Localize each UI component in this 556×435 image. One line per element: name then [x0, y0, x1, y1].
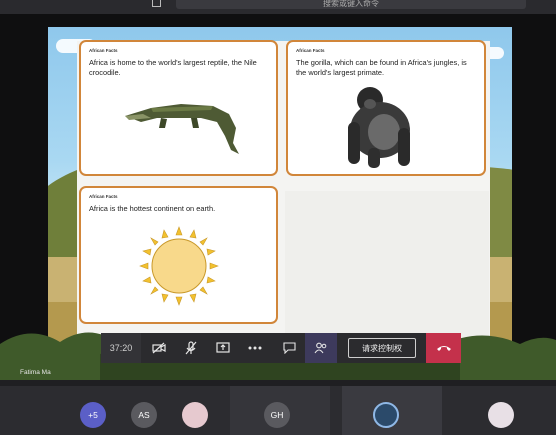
- chat-button[interactable]: [273, 333, 305, 363]
- hang-up-button[interactable]: [426, 333, 461, 363]
- presentation-slide: African Facts Africa is home to the worl…: [48, 27, 512, 360]
- fact-card-crocodile: African Facts Africa is home to the worl…: [79, 40, 278, 176]
- more-icon: [248, 346, 262, 350]
- compose-icon[interactable]: [152, 0, 161, 7]
- meeting-controls: 37:20 请求控制权: [101, 333, 461, 363]
- avatar[interactable]: GH: [264, 402, 290, 428]
- avatar-photo[interactable]: [373, 402, 399, 428]
- mute-button[interactable]: [175, 333, 207, 363]
- share-screen-button[interactable]: [207, 333, 239, 363]
- card-tag: African Facts: [296, 48, 325, 53]
- participants-button[interactable]: [305, 333, 337, 363]
- avatar-photo[interactable]: [182, 402, 208, 428]
- camera-off-button[interactable]: [143, 333, 175, 363]
- crocodile-illustration: [125, 104, 239, 154]
- phone-hangup-icon: [436, 346, 451, 351]
- fact-text: The gorilla, which can be found in Afric…: [296, 58, 467, 77]
- more-actions-button[interactable]: [239, 333, 271, 363]
- card-tag: African Facts: [89, 48, 118, 53]
- avatar[interactable]: AS: [131, 402, 157, 428]
- chat-icon: [282, 342, 296, 354]
- title-bar: 搜索或键入命令: [0, 0, 556, 14]
- shared-screen-area: African Facts Africa is home to the worl…: [0, 14, 556, 380]
- avatar-photo[interactable]: [488, 402, 514, 428]
- fact-card-gorilla: African Facts The gorilla, which can be …: [286, 40, 486, 176]
- people-icon: [314, 342, 327, 354]
- mic-off-icon: [185, 341, 197, 355]
- card-tag: African Facts: [89, 194, 118, 199]
- camera-off-icon: [152, 342, 166, 354]
- share-screen-icon: [216, 342, 230, 353]
- fact-card-sun: African Facts Africa is the hottest cont…: [79, 186, 278, 324]
- gorilla-illustration: [348, 87, 410, 168]
- fact-text: Africa is the hottest continent on earth…: [89, 204, 216, 213]
- request-control-button[interactable]: 请求控制权: [348, 338, 416, 358]
- search-input[interactable]: 搜索或键入命令: [176, 0, 526, 9]
- call-timer: 37:20: [101, 333, 141, 363]
- sun-illustration: [139, 226, 219, 306]
- fact-text: Africa is home to the world's largest re…: [89, 58, 257, 77]
- more-participants-badge[interactable]: +5: [80, 402, 106, 428]
- presenter-name: Fatima Ma: [20, 369, 51, 376]
